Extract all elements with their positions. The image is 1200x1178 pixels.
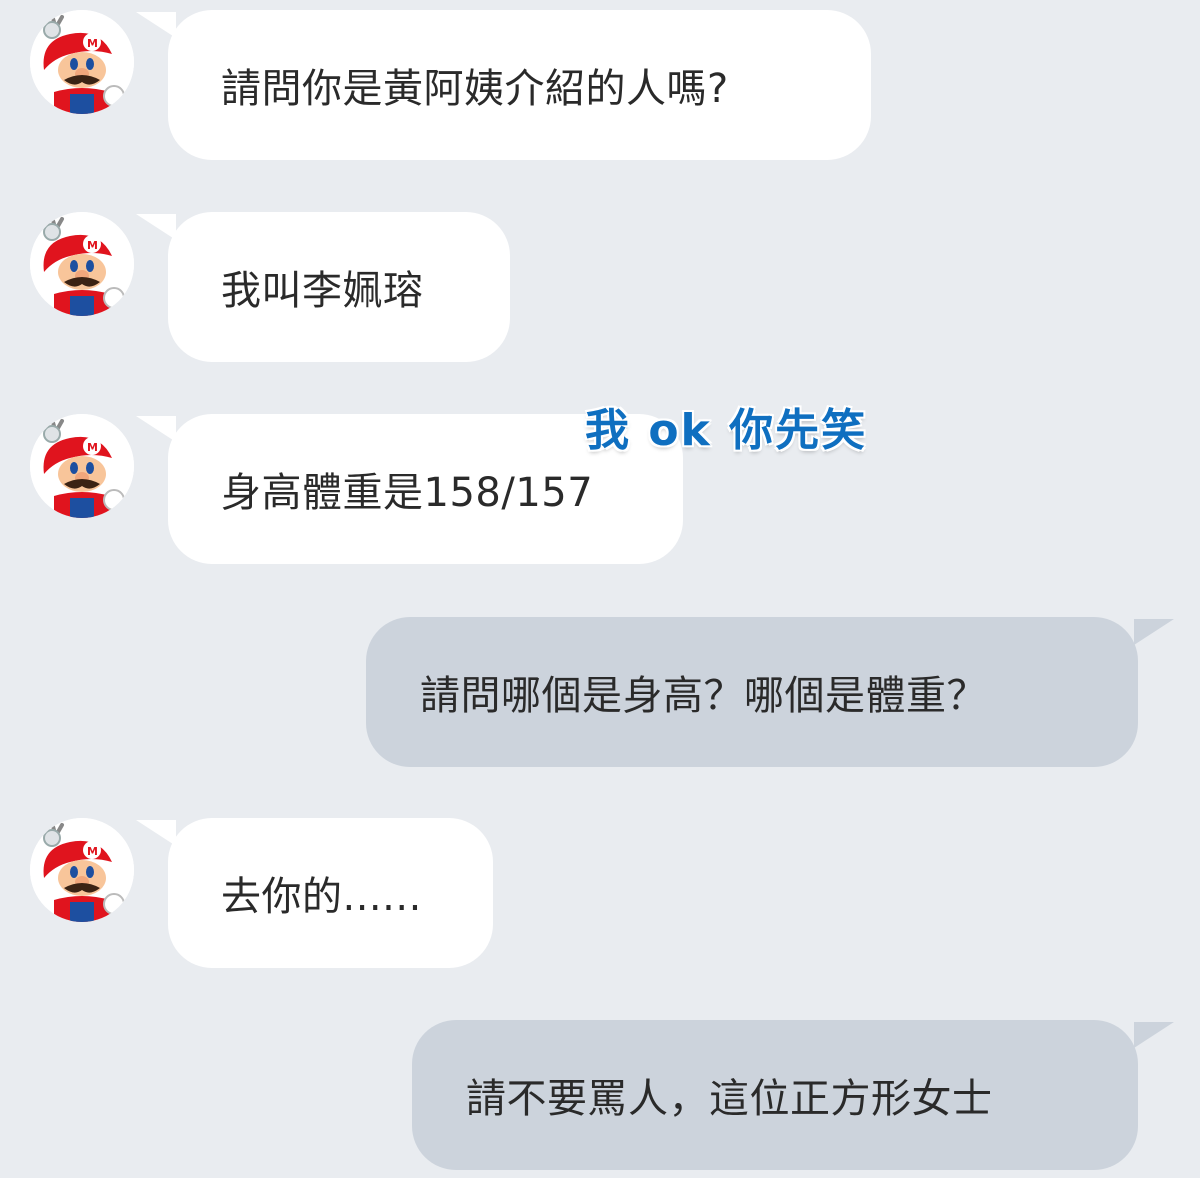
message-bubble-incoming[interactable]: 去你的...... [168,818,493,968]
mario-avatar-icon[interactable]: M [30,212,134,316]
message-bubble-incoming[interactable]: 我叫李姵瑢 [168,212,510,362]
overlay-caption: 我 ok 你先笑 [584,404,868,457]
message-text: 請不要罵人，這位正方形女士 [466,1076,993,1122]
message-text: 去你的...... [221,874,422,920]
message-bubble-incoming[interactable]: 請問你是黃阿姨介紹的人嗎? [168,10,871,160]
svg-text:M: M [87,441,98,454]
bubble-tail [136,12,176,38]
mario-avatar-icon[interactable]: M [30,414,134,518]
svg-text:M: M [87,239,98,252]
message-text: 請問哪個是身高？哪個是體重？ [420,673,987,719]
bubble-tail [1134,619,1174,645]
svg-text:M: M [87,845,98,858]
bubble-tail [136,820,176,846]
svg-text:M: M [87,37,98,50]
mario-avatar-icon[interactable]: M [30,818,134,922]
chat-view: M 請問你是黃阿姨介紹的人嗎? M 我叫李姵瑢 M 身高體重是158/157 我… [0,0,1200,1178]
bubble-tail [136,214,176,240]
message-bubble-outgoing[interactable]: 請問哪個是身高？哪個是體重？ [366,617,1138,767]
message-text: 我叫李姵瑢 [221,268,424,314]
bubble-tail [136,416,176,442]
bubble-tail [1134,1022,1174,1048]
mario-avatar-icon[interactable]: M [30,10,134,114]
message-bubble-outgoing[interactable]: 請不要罵人，這位正方形女士 [412,1020,1138,1170]
message-text: 請問你是黃阿姨介紹的人嗎? [221,66,729,112]
message-text: 身高體重是158/157 [221,470,594,516]
